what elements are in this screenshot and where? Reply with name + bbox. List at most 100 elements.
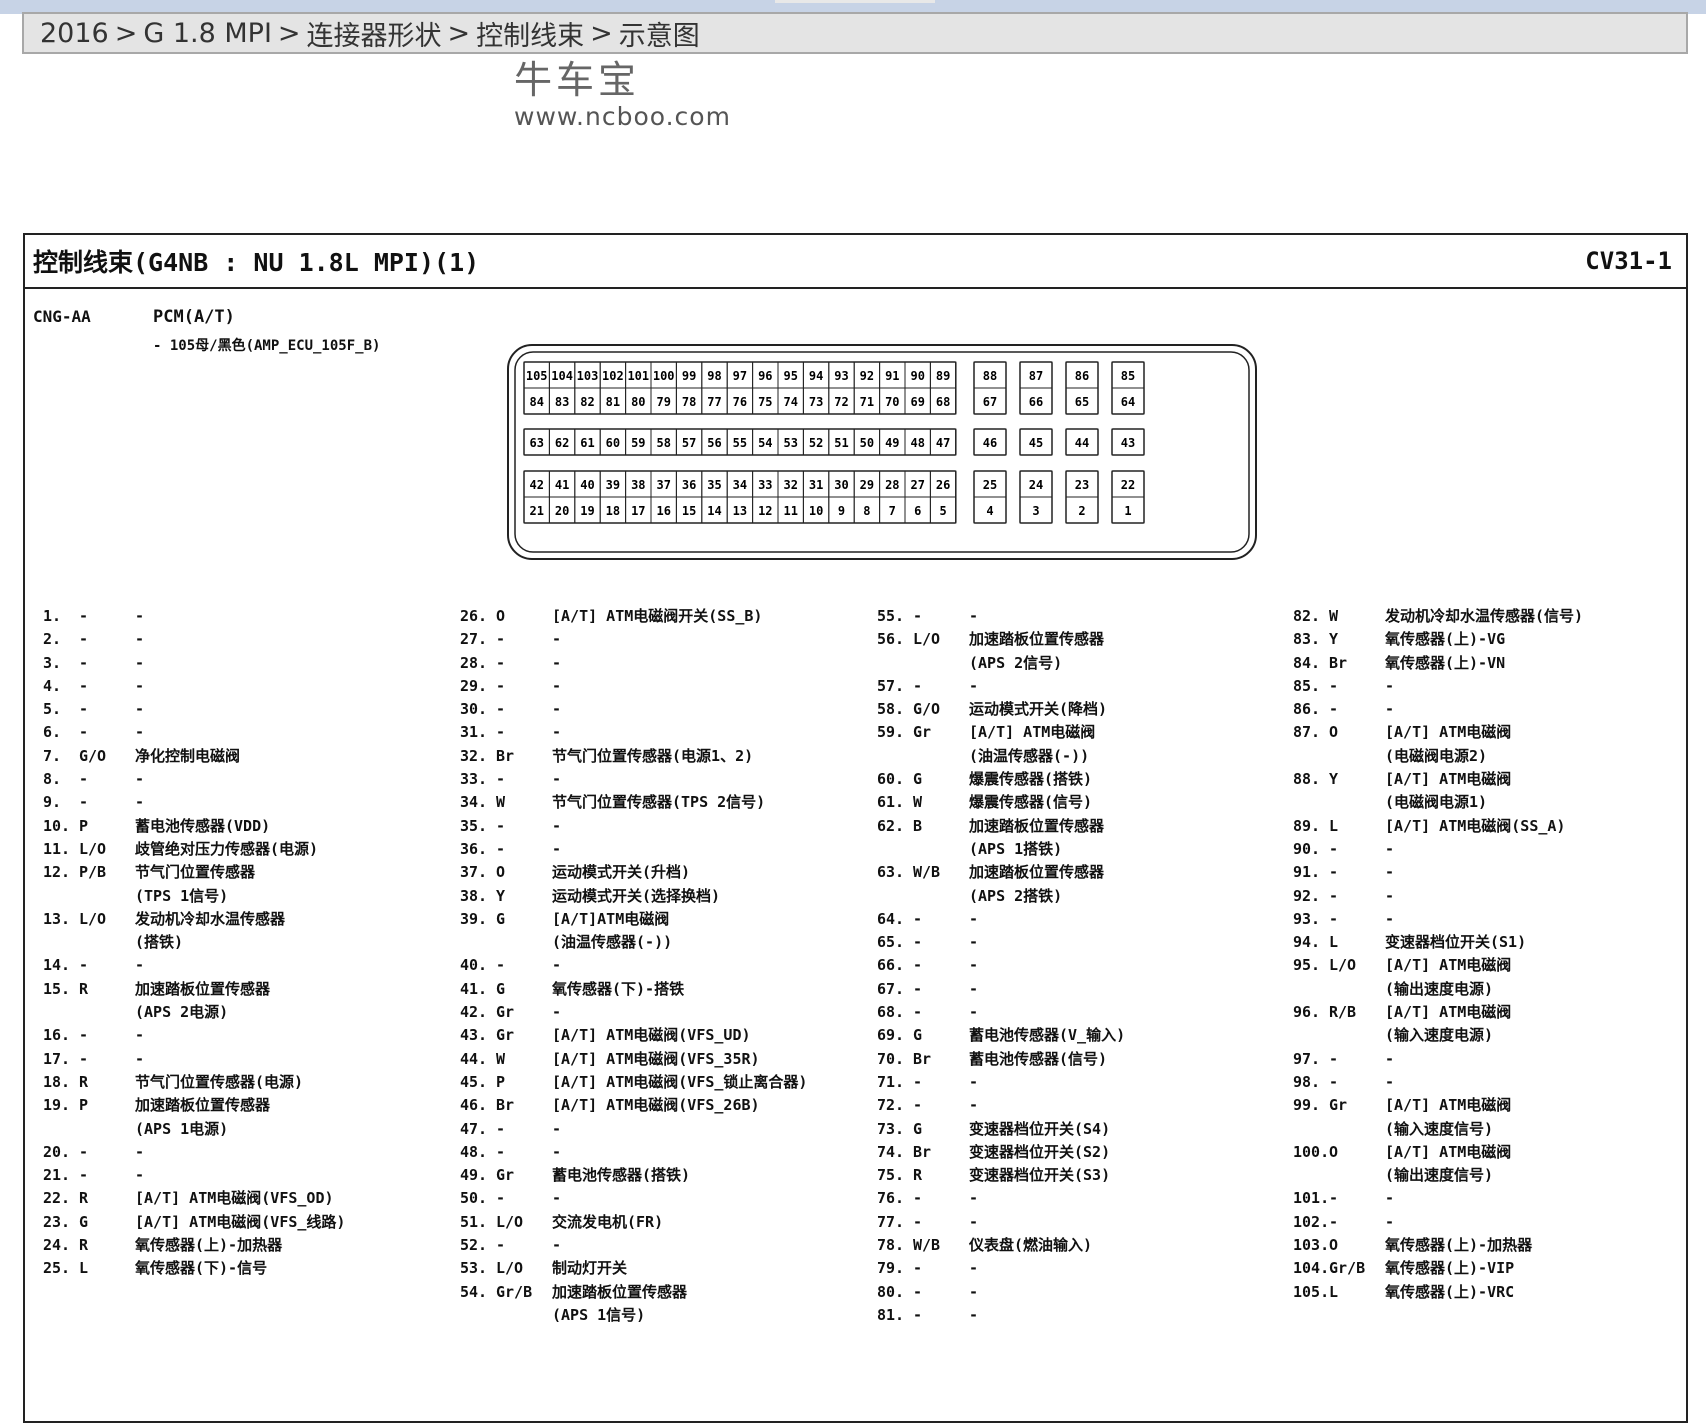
document-title: 控制线束(G4NB : NU 1.8L MPI)(1) xyxy=(33,248,480,277)
wire-color: - xyxy=(913,1305,923,1324)
pin-row: 2. - - xyxy=(43,628,345,651)
pin-description: 歧管绝对压力传感器(电源) xyxy=(135,839,319,858)
wire-color: L/O xyxy=(79,839,107,858)
pin-description: 蓄电池传感器(信号) xyxy=(969,1049,1108,1068)
pin-row: 64. - - xyxy=(877,908,1125,931)
pin-number: 103 xyxy=(577,369,599,383)
wire-color: B xyxy=(913,816,923,835)
pin-number: 38. xyxy=(460,886,488,905)
breadcrumb-item[interactable]: 2016 xyxy=(40,18,109,49)
pin-number: 8. xyxy=(43,770,62,789)
pin-description: - xyxy=(552,770,562,789)
pin-number: 78 xyxy=(682,395,696,409)
pin-number: 30. xyxy=(460,700,488,719)
breadcrumb-separator: > xyxy=(114,17,138,49)
pin-number: 32. xyxy=(460,746,488,765)
pin-number: 103. xyxy=(1293,1236,1330,1255)
pin-description: 氧传感器(上)-加热器 xyxy=(1385,1236,1533,1255)
pin-number: 50. xyxy=(460,1189,488,1208)
pin-number: 69. xyxy=(877,1026,905,1045)
pin-number: 64. xyxy=(877,909,905,928)
pin-number: 61 xyxy=(580,436,594,450)
pin-row: 63. W/B 加速踏板位置传感器 (APS 2搭铁) xyxy=(877,861,1125,908)
wire-color: P xyxy=(79,1096,89,1115)
pin-number: 57. xyxy=(877,676,905,695)
pin-number: 22 xyxy=(1121,478,1135,492)
pin-number: 36. xyxy=(460,839,488,858)
document-header: 控制线束(G4NB : NU 1.8L MPI)(1) CV31-1 xyxy=(25,235,1686,289)
pin-description: - xyxy=(969,956,979,975)
pin-description: - xyxy=(552,1236,562,1255)
pin-row: 34. W 节气门位置传感器(TPS 2信号) xyxy=(460,791,807,814)
wire-color: - xyxy=(496,1236,506,1255)
pin-row: 10. P 蓄电池传感器(VDD) xyxy=(43,815,345,838)
wire-color: - xyxy=(496,723,506,742)
pin-row: 11. L/O 歧管绝对压力传感器(电源) xyxy=(43,838,345,861)
pin-description: 加速踏板位置传感器 (APS 2搭铁) xyxy=(969,863,1105,905)
wire-color: W/B xyxy=(913,1236,941,1255)
wire-color: L/O xyxy=(496,1259,524,1278)
pin-number: 66. xyxy=(877,956,905,975)
pin-row: 29. - - xyxy=(460,675,807,698)
pin-description: 氧传感器(上)-VN xyxy=(1385,653,1506,672)
pin-description: - xyxy=(1385,1212,1395,1231)
pin-number: 28. xyxy=(460,653,488,672)
pin-description: 蓄电池传感器(VDD) xyxy=(135,816,271,835)
pin-description: - xyxy=(552,816,562,835)
pin-number: 82 xyxy=(580,395,594,409)
pin-row: 25. L 氧传感器(下)-信号 xyxy=(43,1257,345,1280)
pin-row: 22. R [A/T] ATM电磁阀(VFS_OD) xyxy=(43,1187,345,1210)
pin-number: 75 xyxy=(758,395,772,409)
breadcrumb-item[interactable]: 连接器形状 xyxy=(307,14,442,53)
pin-description: 运动模式开关(选择换档) xyxy=(552,886,721,905)
pin-row: 96. R/B [A/T] ATM电磁阀 (输入速度电源) xyxy=(1293,1001,1583,1048)
wire-color: - xyxy=(79,700,89,719)
pin-row: 5. - - xyxy=(43,698,345,721)
wire-color: G/O xyxy=(79,746,107,765)
pin-number: 53. xyxy=(460,1259,488,1278)
pin-number: 60 xyxy=(606,436,620,450)
breadcrumb-item[interactable]: 控制线束 xyxy=(476,14,584,53)
pin-number: 9 xyxy=(838,504,845,518)
pin-description: - xyxy=(1385,676,1395,695)
pin-description: 净化控制电磁阀 xyxy=(135,746,241,765)
pin-number: 3 xyxy=(1032,504,1039,518)
pin-number: 104 xyxy=(551,369,573,383)
wire-color: - xyxy=(79,956,89,975)
connector-inner-outline xyxy=(514,351,1250,553)
pin-description: - xyxy=(969,909,979,928)
pin-number: 76. xyxy=(877,1189,905,1208)
pin-description: - xyxy=(969,1189,979,1208)
pin-number: 101. xyxy=(1293,1189,1330,1208)
breadcrumb-item[interactable]: G 1.8 MPI xyxy=(143,18,272,49)
pin-number: 62. xyxy=(877,816,905,835)
wire-color: - xyxy=(1329,676,1339,695)
pin-description: 变速器档位开关(S4) xyxy=(969,1119,1111,1138)
pin-row: 102. - - xyxy=(1293,1211,1583,1234)
wire-color: P xyxy=(496,1072,506,1091)
pin-number: 31 xyxy=(809,478,823,492)
wire-color: - xyxy=(1329,839,1339,858)
wire-color: - xyxy=(913,1072,923,1091)
wire-color: L xyxy=(1329,1282,1339,1301)
wire-color: - xyxy=(79,1142,89,1161)
breadcrumb-item[interactable]: 示意图 xyxy=(619,14,700,53)
pin-description: 加速踏板位置传感器 (APS 1电源) xyxy=(135,1096,271,1138)
pin-number: 33. xyxy=(460,770,488,789)
pin-number: 11 xyxy=(783,504,797,518)
pin-description: 氧传感器(上)-加热器 xyxy=(135,1236,283,1255)
pin-number: 102 xyxy=(602,369,624,383)
pin-number: 8 xyxy=(863,504,870,518)
pin-number: 46. xyxy=(460,1096,488,1115)
pin-number: 22. xyxy=(43,1189,71,1208)
pin-description: 仪表盘(燃油输入) xyxy=(969,1236,1093,1255)
pin-description: [A/T] ATM电磁阀 (输入速度电源) xyxy=(1385,1003,1512,1045)
pin-description: 运动模式开关(降档) xyxy=(969,700,1108,719)
pin-number: 63 xyxy=(529,436,543,450)
wire-color: - xyxy=(913,956,923,975)
pin-number: 18 xyxy=(606,504,620,518)
pin-row: 52. - - xyxy=(460,1234,807,1257)
pin-number: 95 xyxy=(783,369,797,383)
pin-description: 爆震传感器(搭铁) xyxy=(969,770,1093,789)
pin-number: 90 xyxy=(910,369,924,383)
